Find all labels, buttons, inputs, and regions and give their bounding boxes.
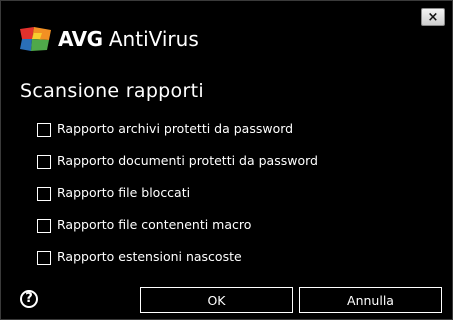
- option-macro-files[interactable]: Rapporto file contenenti macro: [37, 216, 437, 248]
- option-label: Rapporto estensioni nascoste: [57, 249, 242, 264]
- option-locked-files[interactable]: Rapporto file bloccati: [37, 184, 437, 216]
- close-button[interactable]: ×: [421, 8, 445, 26]
- checkbox[interactable]: [37, 219, 51, 233]
- help-icon[interactable]: ?: [20, 290, 38, 308]
- option-hidden-extensions[interactable]: Rapporto estensioni nascoste: [37, 248, 437, 280]
- dialog-footer: ? OK Annulla: [1, 284, 452, 318]
- product-name: AntiVirus: [108, 27, 199, 51]
- app-title: AVG AntiVirus: [58, 27, 199, 51]
- page-title: Scansione rapporti: [20, 80, 204, 102]
- checkbox[interactable]: [37, 187, 51, 201]
- report-dialog: AVG AntiVirus × Scansione rapporti Rappo…: [0, 0, 453, 320]
- ok-button[interactable]: OK: [140, 287, 293, 313]
- checkbox[interactable]: [37, 251, 51, 265]
- close-icon: ×: [427, 10, 439, 25]
- report-options-list: Rapporto archivi protetti da password Ra…: [37, 120, 437, 280]
- title-bar: AVG AntiVirus ×: [1, 1, 452, 63]
- option-password-documents[interactable]: Rapporto documenti protetti da password: [37, 152, 437, 184]
- option-password-archives[interactable]: Rapporto archivi protetti da password: [37, 120, 437, 152]
- checkbox[interactable]: [37, 123, 51, 137]
- option-label: Rapporto file bloccati: [57, 185, 191, 200]
- option-label: Rapporto archivi protetti da password: [57, 121, 294, 136]
- checkbox[interactable]: [37, 155, 51, 169]
- brand-name: AVG: [58, 27, 103, 51]
- avg-logo-icon: [20, 27, 51, 51]
- option-label: Rapporto documenti protetti da password: [57, 153, 318, 168]
- option-label: Rapporto file contenenti macro: [57, 217, 252, 232]
- cancel-button[interactable]: Annulla: [299, 287, 442, 313]
